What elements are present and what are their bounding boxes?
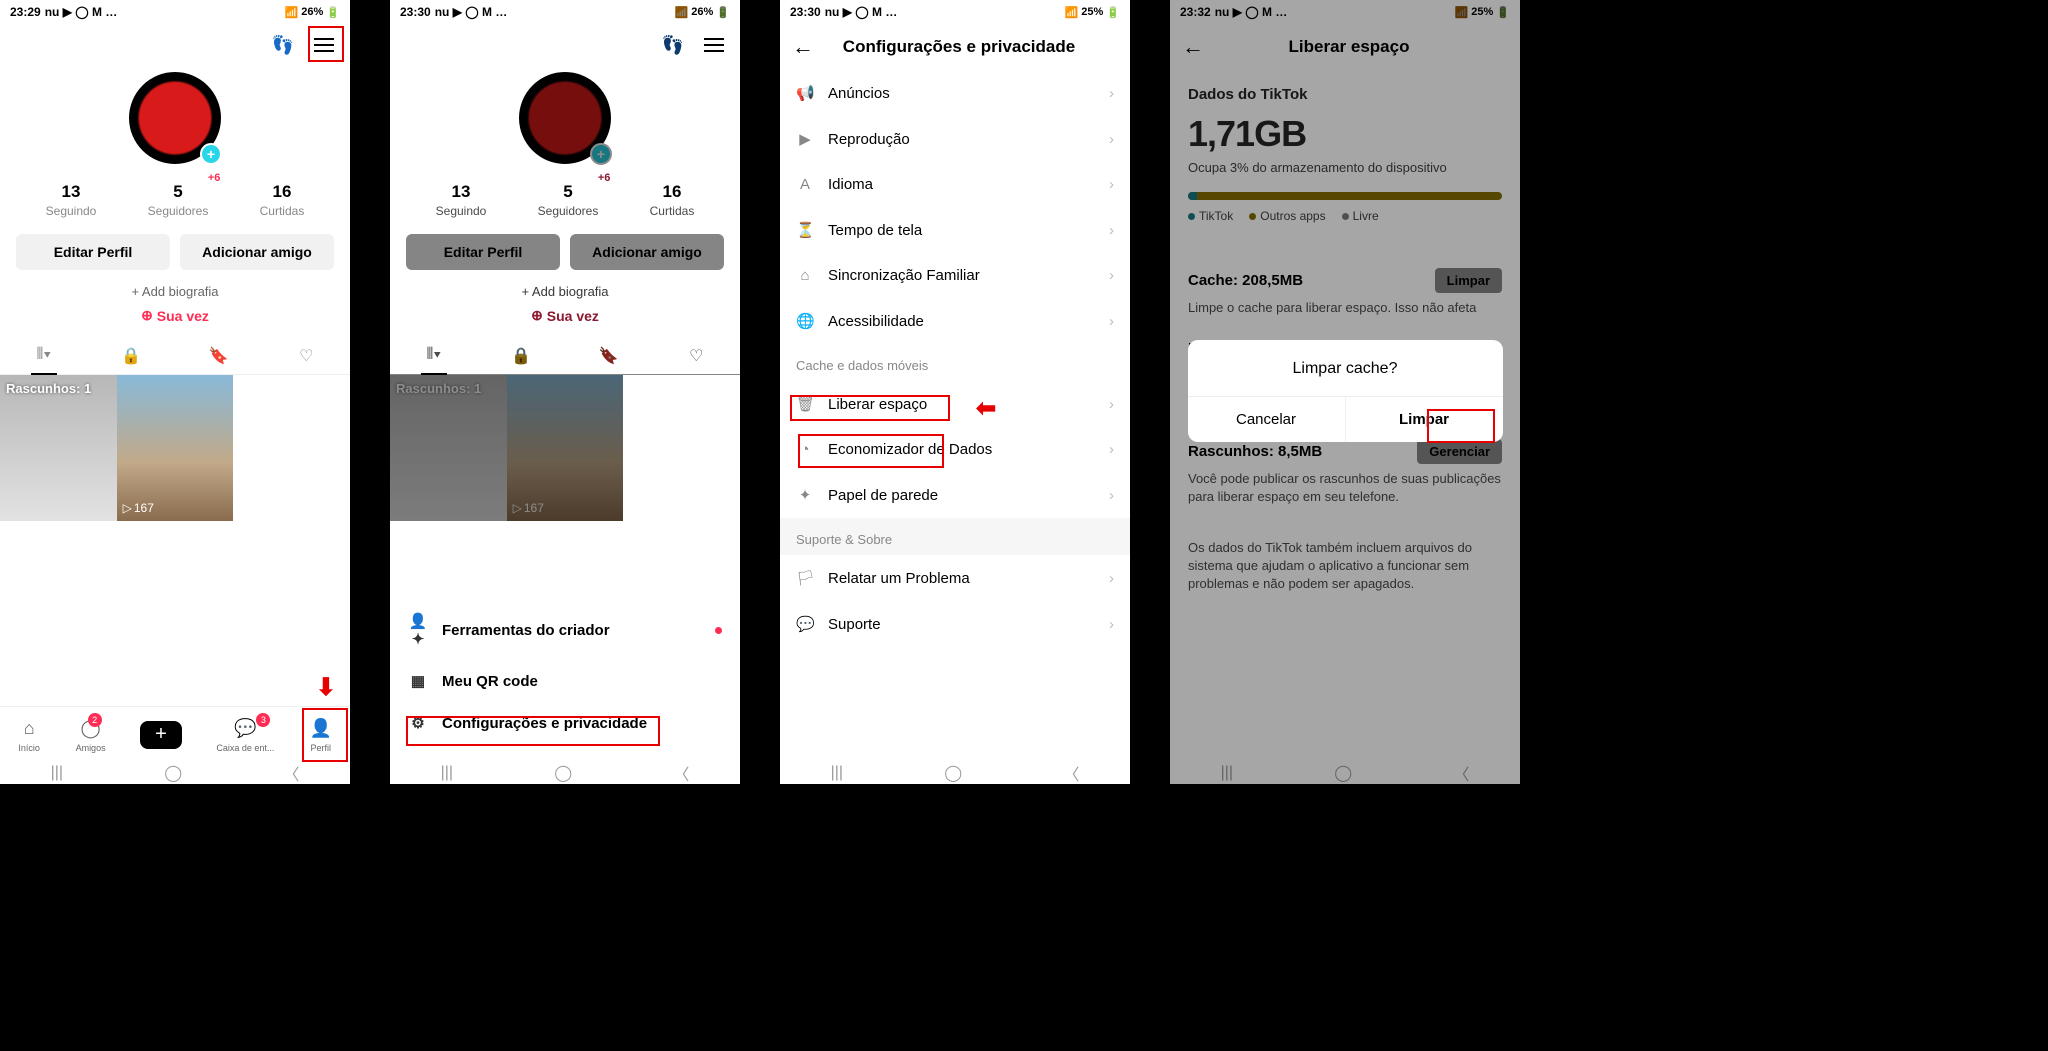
stats-row: 13Seguindo +65Seguidores 16Curtidas [0, 182, 350, 218]
trash-icon: 🗑 [796, 395, 814, 413]
nav-create[interactable]: + [140, 721, 182, 749]
action-buttons: Editar Perfil Adicionar amigo [0, 234, 350, 270]
row-data-saver[interactable]: ◔Economizador de Dados› [780, 427, 1130, 472]
battery: 26% [301, 6, 323, 18]
row-acessibilidade[interactable]: 🌐Acessibilidade› [780, 298, 1130, 344]
stat-likes[interactable]: 16Curtidas [260, 182, 305, 218]
flag-icon: 🏳 [796, 569, 814, 587]
tab-grid[interactable]: ⦀▾ [0, 338, 88, 374]
nav-profile[interactable]: 👤Perfil [309, 717, 333, 753]
avatar[interactable]: + [129, 72, 221, 164]
status-icons: nu ▶ ◯ M … [45, 5, 118, 19]
phone-profile-menu: 23:30nu ▶ ◯ M …📶26%🔋 👣 + 13Seguindo +65S… [390, 0, 740, 784]
phone-profile: 23:29nu ▶ ◯ M … 📶26%🔋 👣 + 13Seguindo +65… [0, 0, 350, 784]
megaphone-icon: 📢 [796, 84, 814, 102]
system-nav: |||◯〈 [390, 762, 740, 784]
dialog-title: Limpar cache? [1188, 340, 1503, 396]
tab-reposts[interactable]: 🔖 [175, 338, 263, 374]
profile-icon: 👤 [309, 717, 333, 741]
arrow-indicator: ⬅ [976, 394, 996, 423]
hourglass-icon: ⏳ [796, 221, 814, 239]
row-reproducao[interactable]: ▶Reprodução› [780, 116, 1130, 162]
status-bar: 23:29nu ▶ ◯ M … 📶26%🔋 [0, 0, 350, 24]
accessibility-icon: 🌐 [796, 312, 814, 330]
row-idioma[interactable]: AIdioma› [780, 162, 1130, 207]
stat-followers[interactable]: +65Seguidores [148, 182, 209, 218]
edit-profile-button[interactable]: Editar Perfil [16, 234, 170, 270]
chevron-right-icon: › [1109, 85, 1114, 102]
inbox-icon: 💬 [233, 717, 257, 741]
menu-button[interactable] [310, 34, 338, 56]
avatar-add-icon[interactable]: + [200, 143, 222, 165]
sheet-settings-privacy[interactable]: ⚙Configurações e privacidade [390, 702, 740, 744]
friends-badge: 2 [88, 713, 102, 727]
settings-header: ← Configurações e privacidade [780, 24, 1130, 70]
arrow-indicator: ⬇ [316, 673, 336, 702]
video-thumb[interactable]: ▷167 [117, 375, 234, 521]
phone-settings: 23:30nu ▶ ◯ M …📶25%🔋 ← Configurações e p… [780, 0, 1130, 784]
nav-inbox[interactable]: 3💬Caixa de ent... [216, 717, 274, 753]
row-anuncios[interactable]: 📢Anúncios› [780, 70, 1130, 116]
followers-badge: +6 [208, 172, 221, 184]
phone-free-space: 23:32nu ▶ ◯ M …📶25%🔋 ← Liberar espaço Da… [1170, 0, 1520, 784]
play-icon: ▷ [123, 501, 132, 515]
home-icon: ⌂ [796, 267, 814, 284]
row-sincronizacao[interactable]: ⌂Sincronização Familiar› [780, 253, 1130, 298]
stat-following[interactable]: 13Seguindo [46, 182, 97, 218]
row-support[interactable]: 💬Suporte› [780, 601, 1130, 647]
video-thumb-drafts[interactable]: Rascunhos: 1 [0, 375, 117, 521]
tab-private[interactable]: 🔒 [88, 338, 176, 374]
back-icon[interactable]: 〈 [283, 761, 299, 784]
row-tempo-tela[interactable]: ⏳Tempo de tela› [780, 207, 1130, 253]
topbar: 👣 [0, 24, 350, 66]
avatar-section: + [0, 72, 350, 164]
settings-list[interactable]: 📢Anúncios› ▶Reprodução› AIdioma› ⏳Tempo … [780, 70, 1130, 784]
video-grid: Rascunhos: 1 ▷167 [0, 375, 350, 521]
profile-tabs: ⦀▾ 🔒 🔖 ♡ [0, 338, 350, 375]
sheet-qr-code[interactable]: ▦Meu QR code [390, 660, 740, 702]
system-nav: ||| ◯ 〈 [0, 762, 350, 784]
views-label: ▷167 [123, 501, 154, 515]
person-star-icon: 👤✦ [408, 612, 428, 648]
gauge-icon: ◔ [796, 441, 814, 458]
bottom-nav: ⌂Início 2◯Amigos + 3💬Caixa de ent... 👤Pe… [0, 706, 350, 762]
back-arrow-icon[interactable]: ← [792, 34, 814, 60]
add-friend-button[interactable]: Adicionar amigo [180, 234, 334, 270]
qr-icon: ▦ [408, 672, 428, 690]
row-liberar-espaco[interactable]: 🗑Liberar espaço› [780, 381, 1130, 427]
plus-icon: + [140, 721, 182, 749]
nav-home[interactable]: ⌂Início [17, 717, 41, 753]
row-wallpaper[interactable]: ✦Papel de parede› [780, 472, 1130, 518]
row-report[interactable]: 🏳Relatar um Problema› [780, 555, 1130, 601]
chat-icon: 💬 [796, 615, 814, 633]
page-title: Configurações e privacidade [830, 37, 1088, 57]
dialog-cancel-button[interactable]: Cancelar [1188, 397, 1345, 442]
language-icon: A [796, 176, 814, 193]
drafts-label: Rascunhos: 1 [6, 381, 91, 396]
nav-friends[interactable]: 2◯Amigos [76, 717, 106, 753]
confirm-dialog: Limpar cache? Cancelar Limpar [1188, 340, 1503, 442]
notification-dot [715, 627, 722, 634]
bottom-sheet: 👤✦Ferramentas do criador ▦Meu QR code ⚙C… [390, 582, 740, 762]
home-icon: ⌂ [17, 717, 41, 741]
your-turn[interactable]: ⊕Sua vez [0, 307, 350, 324]
footprints-icon[interactable]: 👣 [272, 35, 294, 56]
recents-icon[interactable]: ||| [51, 764, 63, 782]
section-support-label: Suporte & Sobre [780, 518, 1130, 555]
dialog-confirm-button[interactable]: Limpar [1345, 397, 1503, 442]
gear-icon: ⚙ [408, 714, 428, 732]
play-square-icon: ▶ [796, 130, 814, 148]
add-bio-button[interactable]: + Add biografia [0, 284, 350, 299]
wallpaper-icon: ✦ [796, 486, 814, 504]
signal-icon: 📶 [285, 6, 299, 19]
inbox-badge: 3 [256, 713, 270, 727]
add-post-icon: ⊕ [141, 307, 153, 324]
sheet-creator-tools[interactable]: 👤✦Ferramentas do criador [390, 600, 740, 660]
home-sys-icon[interactable]: ◯ [164, 763, 182, 783]
time: 23:29 [10, 5, 41, 19]
section-cache-label: Cache e dados móveis [796, 358, 928, 373]
tab-liked[interactable]: ♡ [263, 338, 351, 374]
